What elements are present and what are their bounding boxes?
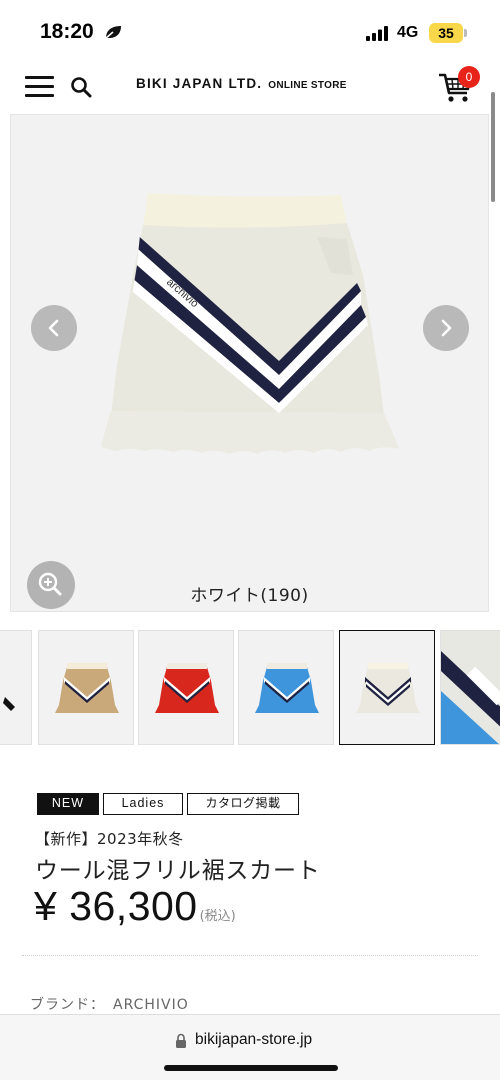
skirt-thumbnail: [441, 631, 500, 744]
battery-tip: [464, 29, 467, 37]
lock-icon: [176, 1033, 186, 1048]
leaf-icon: [104, 26, 121, 40]
network-label: 4G: [397, 24, 419, 41]
tax-note: (税込): [199, 909, 236, 924]
color-caption: ホワイト(190): [190, 586, 309, 606]
skirt-thumbnail: [3, 697, 15, 711]
chevron-right-icon: [441, 319, 452, 337]
status-bar: 18:20 4G 35: [0, 0, 500, 62]
next-image-button[interactable]: [423, 305, 469, 351]
skirt-thumbnail: [155, 663, 219, 713]
thumbnail-beige[interactable]: [38, 630, 134, 745]
brand-label: ブランド：: [30, 997, 105, 1013]
url-text[interactable]: bikijapan-store.jp: [195, 1031, 312, 1049]
product-main-image[interactable]: archivio ホワイト(190): [10, 114, 489, 612]
browser-url-bar[interactable]: bikijapan-store.jp: [0, 1014, 500, 1080]
brand-value[interactable]: ARCHIVIO: [113, 997, 189, 1013]
site-header: BIKI JAPAN LTD. ONLINE STORE 0: [0, 62, 500, 114]
thumbnail-red[interactable]: [138, 630, 234, 745]
tag-catalog[interactable]: カタログ掲載: [187, 793, 299, 815]
product-price: ¥ 36,300 (税込): [34, 883, 236, 930]
skirt-illustration: archivio: [101, 193, 399, 454]
thumbnail-blue[interactable]: [238, 630, 334, 745]
tag-new: NEW: [37, 793, 99, 815]
previous-image-button[interactable]: [31, 305, 77, 351]
product-name: ウール混フリル裾スカート: [35, 858, 321, 884]
chevron-left-icon: [48, 319, 59, 337]
tag-ladies[interactable]: Ladies: [103, 793, 183, 815]
scrollbar[interactable]: [491, 92, 495, 202]
skirt-thumbnail: [255, 663, 319, 713]
hamburger-menu-icon[interactable]: [25, 76, 54, 98]
thumbnail-strip[interactable]: [0, 630, 500, 746]
home-indicator: [164, 1065, 338, 1071]
battery-level: 35: [429, 23, 463, 43]
thumbnail-white-selected[interactable]: [339, 630, 435, 745]
price-value: ¥ 36,300: [34, 883, 198, 929]
thumbnail-partial[interactable]: [0, 630, 32, 745]
brand-sub: ONLINE STORE: [268, 80, 347, 91]
signal-icon: [366, 26, 388, 41]
cart-count-badge: 0: [458, 66, 480, 88]
brand-row: ブランド： ARCHIVIO: [30, 994, 189, 1014]
status-time: 18:20: [40, 20, 94, 43]
site-logo[interactable]: BIKI JAPAN LTD. ONLINE STORE: [136, 76, 347, 91]
brand-name: BIKI JAPAN LTD.: [136, 76, 263, 91]
product-subtitle: 【新作】2023年秋冬: [35, 830, 184, 848]
skirt-thumbnail: [356, 663, 420, 713]
divider: [22, 955, 478, 956]
search-icon[interactable]: [70, 76, 92, 98]
thumbnail-detail[interactable]: [440, 630, 500, 745]
skirt-thumbnail: [55, 663, 119, 713]
